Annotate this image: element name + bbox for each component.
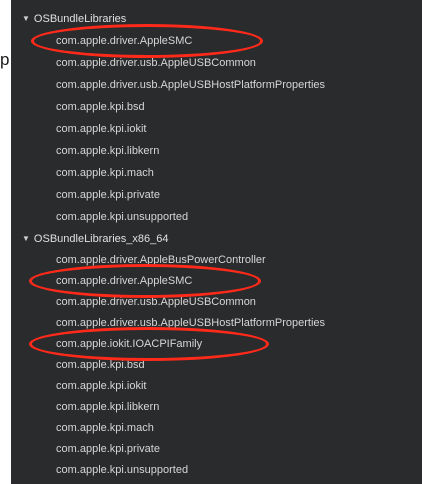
- list-item[interactable]: com.apple.driver.AppleBusPowerController: [11, 250, 422, 271]
- list-item[interactable]: com.apple.driver.AppleSMC: [11, 271, 422, 292]
- list-item[interactable]: com.apple.kpi.mach: [11, 418, 422, 439]
- item-label: com.apple.kpi.unsupported: [56, 211, 189, 223]
- group-row-osbundlelibraries[interactable]: ▼ OSBundleLibraries: [11, 9, 422, 30]
- item-label: com.apple.kpi.bsd: [56, 101, 145, 113]
- item-label: com.apple.iokit.IOACPIFamily: [56, 338, 203, 350]
- list-item[interactable]: com.apple.kpi.private: [11, 185, 422, 206]
- item-label: com.apple.driver.usb.AppleUSBHostPlatfor…: [56, 79, 326, 91]
- item-label: com.apple.kpi.iokit: [56, 123, 147, 135]
- list-item[interactable]: com.apple.kpi.unsupported: [11, 207, 422, 228]
- list-item[interactable]: com.apple.driver.usb.AppleUSBCommon: [11, 292, 422, 313]
- group-label: OSBundleLibraries_x86_64: [33, 233, 169, 245]
- list-item[interactable]: com.apple.kpi.libkern: [11, 397, 422, 418]
- list-item[interactable]: com.apple.kpi.unsupported: [11, 460, 422, 481]
- item-label: com.apple.kpi.mach: [56, 422, 154, 434]
- item-label: com.apple.kpi.bsd: [56, 359, 145, 371]
- group-label: OSBundleLibraries: [33, 13, 127, 25]
- item-label: com.apple.kpi.private: [56, 443, 160, 455]
- list-item[interactable]: com.apple.kpi.private: [11, 439, 422, 460]
- list-item[interactable]: com.apple.kpi.iokit: [11, 376, 422, 397]
- list-item[interactable]: com.apple.driver.usb.AppleUSBCommon: [11, 53, 422, 74]
- list-item[interactable]: com.apple.kpi.iokit: [11, 119, 422, 140]
- list-item[interactable]: com.apple.kpi.bsd: [11, 355, 422, 376]
- triangle-down-icon[interactable]: ▼: [22, 228, 30, 249]
- item-label: com.apple.driver.AppleSMC: [56, 275, 193, 287]
- item-label: com.apple.kpi.libkern: [56, 145, 160, 157]
- item-label: com.apple.kpi.libkern: [56, 401, 160, 413]
- item-label: com.apple.driver.AppleSMC: [56, 35, 193, 47]
- group-row-osbundlelibraries-x86-64[interactable]: ▼ OSBundleLibraries_x86_64: [11, 229, 422, 250]
- item-label: com.apple.driver.usb.AppleUSBCommon: [56, 57, 256, 69]
- plist-outline-panel: ▼ OSBundleLibraries com.apple.driver.Appl…: [11, 0, 422, 484]
- triangle-down-icon[interactable]: ▼: [22, 8, 30, 29]
- list-item[interactable]: com.apple.driver.usb.AppleUSBHostPlatfor…: [11, 75, 422, 96]
- list-item[interactable]: com.apple.kpi.bsd: [11, 97, 422, 118]
- list-item[interactable]: com.apple.kpi.mach: [11, 163, 422, 184]
- item-label: com.apple.driver.usb.AppleUSBHostPlatfor…: [56, 317, 326, 329]
- item-label: com.apple.kpi.mach: [56, 167, 154, 179]
- stray-text-fragment: p: [0, 50, 10, 69]
- item-label: com.apple.kpi.private: [56, 189, 160, 201]
- list-item[interactable]: com.apple.driver.usb.AppleUSBHostPlatfor…: [11, 313, 422, 334]
- item-label: com.apple.driver.AppleBusPowerController: [56, 254, 266, 266]
- list-item[interactable]: com.apple.iokit.IOACPIFamily: [11, 334, 422, 355]
- item-label: com.apple.kpi.iokit: [56, 380, 147, 392]
- list-item[interactable]: com.apple.driver.AppleSMC: [11, 31, 422, 52]
- list-item[interactable]: com.apple.kpi.libkern: [11, 141, 422, 162]
- item-label: com.apple.driver.usb.AppleUSBCommon: [56, 296, 256, 308]
- item-label: com.apple.kpi.unsupported: [56, 464, 189, 476]
